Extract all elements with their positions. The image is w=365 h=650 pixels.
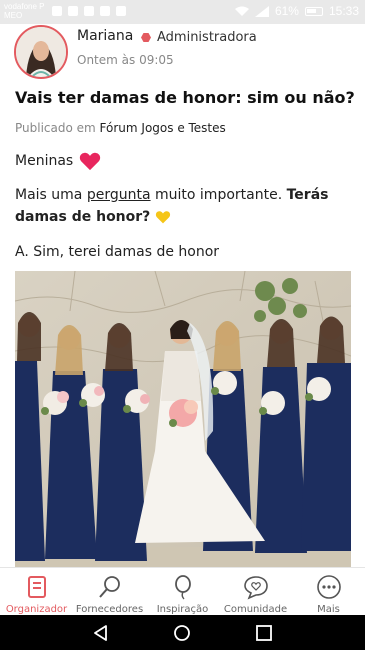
nav-inspiration[interactable]: Inspiração bbox=[146, 568, 219, 616]
notification-icons bbox=[52, 6, 126, 16]
chat-heart-icon bbox=[244, 576, 268, 600]
status-bar: vodafone P MEO 61% 15:33 bbox=[0, 0, 365, 24]
forum-link[interactable]: Fórum Jogos e Testes bbox=[100, 121, 226, 135]
paragraph-3: A. Sim, terei damas de honor bbox=[15, 244, 220, 260]
clock: 15:33 bbox=[328, 4, 359, 18]
nav-suppliers[interactable]: Fornecedores bbox=[73, 568, 146, 616]
notification-icon bbox=[68, 6, 78, 16]
carrier-label: vodafone P MEO bbox=[4, 2, 45, 20]
notification-icon bbox=[52, 6, 62, 16]
post-title: Vais ter damas de honor: sim ou não? bbox=[15, 88, 355, 107]
back-icon[interactable] bbox=[92, 624, 110, 642]
battery-percent: 61% bbox=[274, 4, 299, 18]
paragraph-1: Meninas bbox=[15, 150, 355, 172]
role-badge: Administradora bbox=[141, 30, 257, 45]
post-timestamp: Ontem às 09:05 bbox=[77, 53, 174, 67]
nav-organizer[interactable]: Organizador bbox=[0, 568, 73, 616]
search-icon bbox=[99, 576, 120, 598]
battery-icon bbox=[304, 6, 323, 16]
recents-icon[interactable] bbox=[255, 624, 273, 642]
nav-community[interactable]: Comunidade bbox=[219, 568, 292, 616]
notification-icon bbox=[100, 6, 110, 16]
more-icon bbox=[317, 575, 341, 599]
paragraph-2: Mais uma pergunta muito importante. Terá… bbox=[15, 187, 329, 225]
bottom-navigation: Organizador Fornecedores Inspiração Comu… bbox=[0, 567, 365, 615]
balloon-icon bbox=[175, 575, 191, 600]
bridesmaids-photo bbox=[15, 271, 351, 567]
notification-icon bbox=[84, 6, 94, 16]
published-in: Publicado em Fórum Jogos e Testes bbox=[15, 121, 226, 135]
status-right: 61% 15:33 bbox=[234, 4, 359, 18]
avatar[interactable] bbox=[14, 25, 68, 79]
signal-icon bbox=[254, 5, 269, 17]
organizer-icon bbox=[28, 576, 46, 598]
post-photo[interactable] bbox=[15, 271, 351, 567]
avatar-image bbox=[16, 27, 66, 77]
heart-icon bbox=[80, 152, 101, 171]
wifi-icon bbox=[234, 6, 249, 16]
notification-icon bbox=[116, 6, 126, 16]
home-icon[interactable] bbox=[173, 624, 191, 642]
question-link[interactable]: pergunta bbox=[87, 187, 151, 203]
role-label: Administradora bbox=[157, 30, 257, 45]
system-navigation-bar bbox=[0, 615, 365, 650]
yellow-heart-icon bbox=[155, 211, 170, 224]
hexagon-icon bbox=[141, 33, 151, 42]
nav-more[interactable]: Mais bbox=[292, 568, 365, 616]
author-name[interactable]: Mariana bbox=[77, 28, 133, 44]
